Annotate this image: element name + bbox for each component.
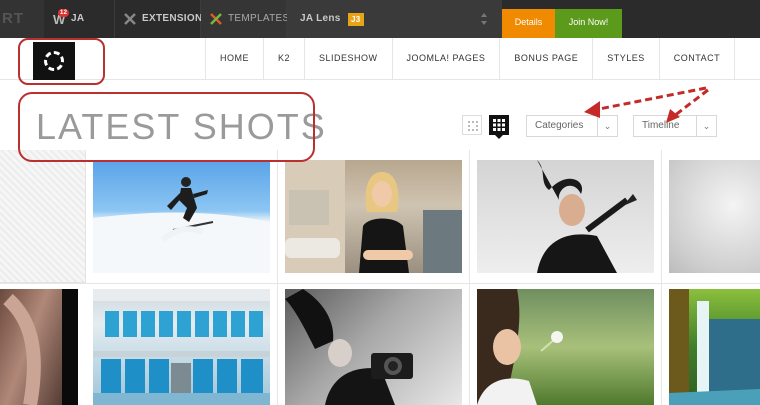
extensions-icon [124,13,136,25]
photo-waterfall[interactable] [669,289,760,405]
site-header: HOME K2 SLIDESHOW JOOMLA! PAGES BONUS PA… [0,38,760,80]
grid-large-glyph [493,119,505,131]
nav-item-styles[interactable]: STYLES [593,38,660,79]
grid-column-divider [277,150,278,405]
camera-girl-figure [285,289,413,405]
version-badge: J3 [348,13,364,26]
nav-item-home[interactable]: HOME [206,38,264,79]
toolbar-item-ja-wall[interactable]: W 12 JA WALL [44,0,115,62]
product-switcher[interactable]: JA Lens J3 [287,0,502,38]
grid-column-divider [469,150,470,405]
grid-row-divider [0,283,760,284]
up-down-arrows-icon [481,13,487,25]
grid-large-icon[interactable] [489,115,509,135]
woman-feather-figure [537,160,637,273]
active-view-caret [495,135,503,139]
bodyart-figure [3,289,78,405]
annotation-circle-title [18,92,315,162]
annotation-circle-logo [18,38,105,85]
join-now-button[interactable]: Join Now! [555,9,622,38]
dandelion-girl-figure [477,289,563,405]
main-nav: HOME K2 SLIDESHOW JOOMLA! PAGES BONUS PA… [205,38,736,79]
toolbar-item-templates[interactable]: TEMPLATES [201,0,290,38]
nav-item-k2[interactable]: K2 [264,38,306,79]
nav-item-slideshow[interactable]: SLIDESHOW [305,38,393,79]
photo-woman-feather[interactable] [477,160,654,273]
toolbar-item-label: TEMPLATES [228,13,290,24]
notification-badge: 12 [58,9,70,17]
photo-kitchen[interactable] [93,289,270,405]
photo-grey-portrait[interactable] [669,160,760,273]
toolbar-item-extensions[interactable]: EXTENSIONS [115,0,209,38]
kitchen-scene [93,289,270,405]
photo-bodyart[interactable] [0,289,78,405]
annotation-arrows [584,86,709,123]
photo-grid [0,150,760,405]
top-toolbar: RT W 12 JA WALL EXTENSIONS TEMPLATES JA … [0,0,760,62]
photo-woman-blonde[interactable] [285,160,462,273]
brand-fragment: RT [0,0,44,38]
skier-figure [93,177,270,273]
product-name: JA Lens [300,13,341,24]
nav-item-joomla-pages[interactable]: JOOMLA! PAGES [393,38,501,79]
nav-item-bonus-page[interactable]: BONUS PAGE [500,38,594,79]
photo-camera-girl[interactable] [285,289,462,405]
grid-column-divider [661,150,662,405]
grid-small-glyph [468,121,478,131]
nav-item-contact[interactable]: CONTACT [660,38,736,79]
photo-dandelion-girl[interactable] [477,289,654,405]
grid-small-icon[interactable] [462,115,482,135]
waterfall-scene [669,289,760,405]
details-button[interactable]: Details [502,9,555,38]
woman-blonde-figure [285,160,462,273]
templates-icon [210,13,222,25]
grid-placeholder-cell [0,150,86,283]
photo-skier[interactable] [93,160,270,273]
toolbar-item-label: EXTENSIONS [142,13,210,24]
